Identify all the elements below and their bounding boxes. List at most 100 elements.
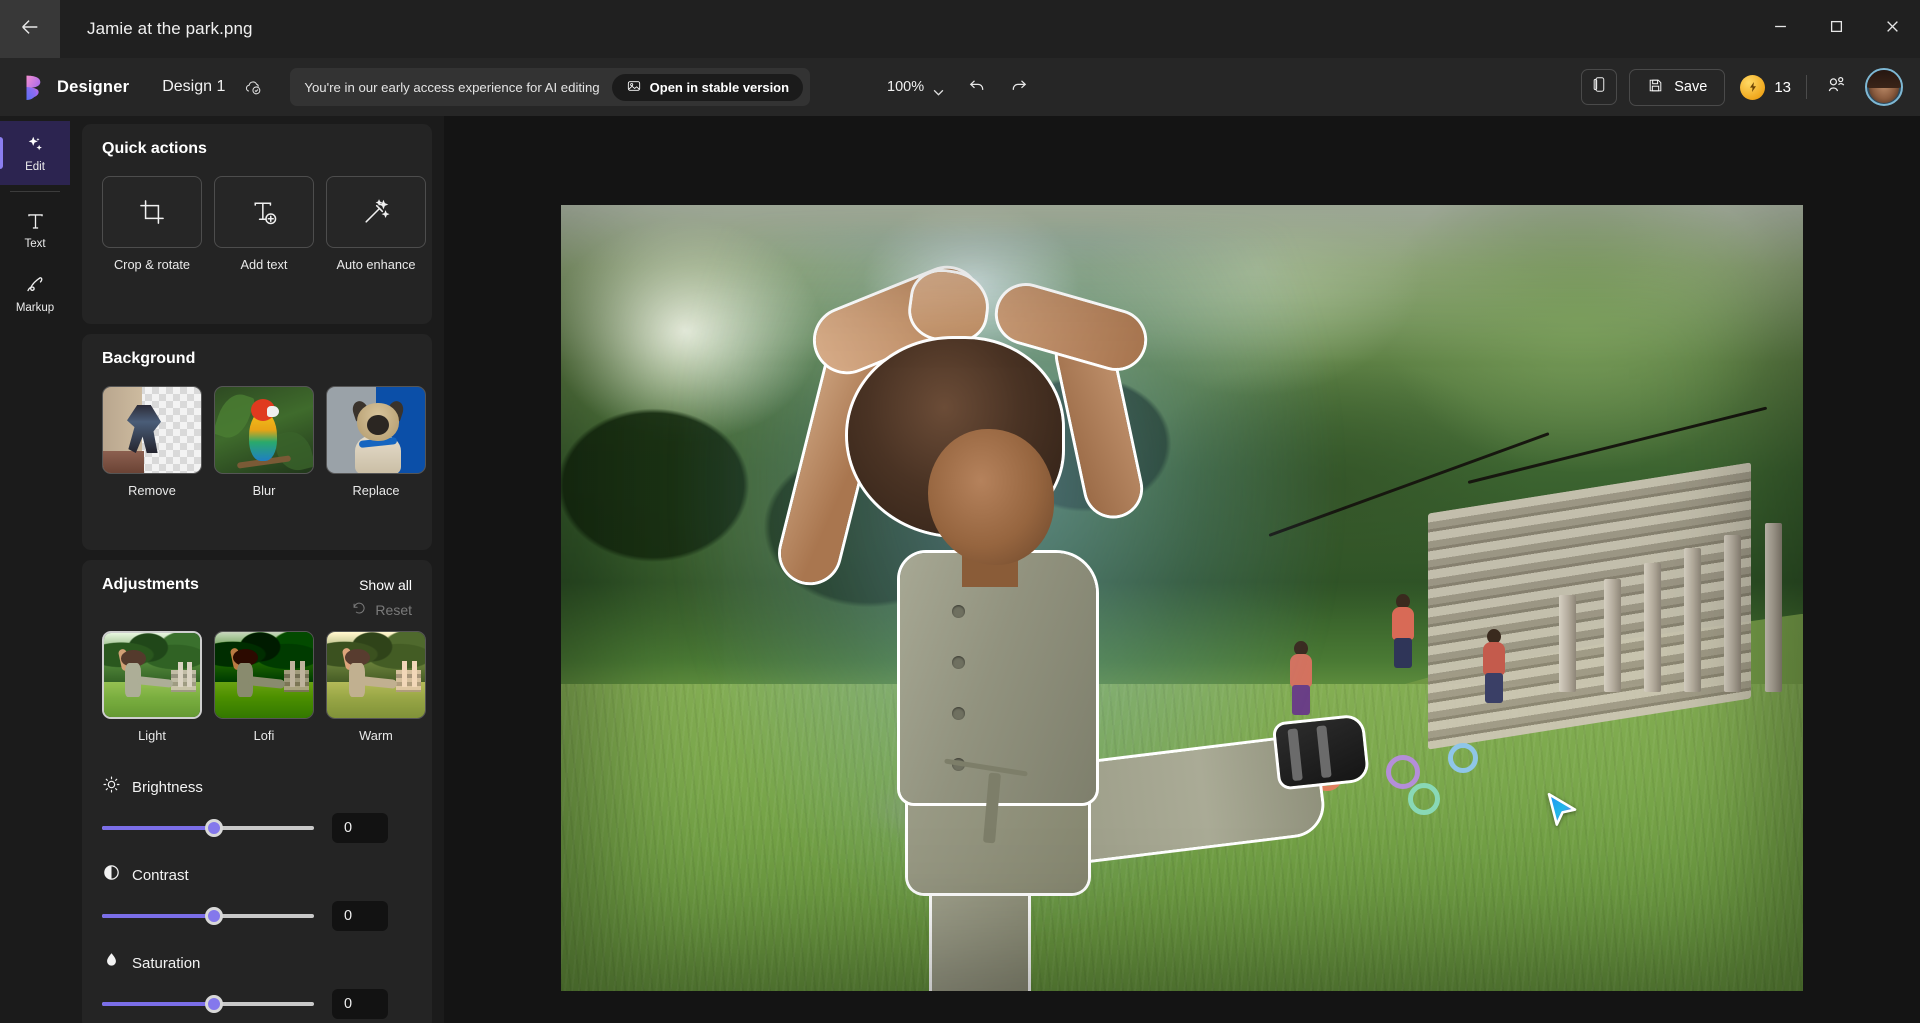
back-arrow-icon [19,16,41,43]
maximize-button[interactable] [1808,0,1864,58]
mobile-preview-button[interactable] [1581,69,1617,105]
undo-icon [967,75,987,100]
redo-button[interactable] [1001,69,1037,105]
filter-lofi-button[interactable]: Lofi [214,631,314,743]
quick-actions-tiles: Crop & rotate Add text [82,158,432,282]
credits-badge[interactable]: 13 [1737,75,1794,100]
filter-label: Warm [359,728,393,743]
filter-lofi-preview [214,631,314,719]
quick-actions-header: Quick actions [82,124,432,158]
blur-preview-image [214,386,314,474]
preview-scene [104,633,200,717]
sparkles-icon [25,134,46,156]
mobile-device-icon [1591,76,1608,98]
sidebar-item-text[interactable]: Text [0,198,70,262]
add-text-button[interactable]: Add text [214,176,314,272]
sidebar-item-label: Text [24,238,45,250]
quick-action-label: Add text [241,257,288,272]
save-button[interactable]: Save [1629,69,1725,106]
preview-scene [327,632,425,718]
adjustments-card: Adjustments Show all Reset [82,560,432,1023]
filter-light-button[interactable]: Light [102,631,202,743]
brightness-row: 0 [102,813,412,843]
saturation-slider-block: Saturation 0 [82,951,432,1019]
user-avatar[interactable] [1865,68,1903,106]
slider-fill [102,914,214,918]
background-option-label: Remove [128,483,176,498]
brand-group: Designer Design 1 [20,74,262,100]
back-button[interactable] [0,0,60,58]
crop-icon [102,176,202,248]
close-icon [1886,20,1899,38]
preview-ground [103,451,144,473]
lightning-coin-icon [1740,75,1765,100]
preview-scene [215,632,313,718]
preview-leaf [273,427,314,474]
document-title: Jamie at the park.png [87,19,253,39]
magic-wand-icon [326,176,426,248]
avatar-hair [1865,68,1903,88]
slider-fill [102,1002,214,1006]
adjustments-header: Adjustments Show all [82,560,432,594]
contrast-value-input[interactable]: 0 [332,901,388,931]
remove-preview-image [102,386,202,474]
window-controls [1752,0,1920,58]
open-in-stable-version-label: Open in stable version [650,80,789,95]
slider-fill [102,826,214,830]
zoom-level-dropdown[interactable]: 100% [878,73,953,101]
design-name[interactable]: Design 1 [162,78,225,96]
slider-thumb[interactable] [205,819,223,837]
mouse-cursor [1545,791,1579,829]
brightness-slider[interactable] [102,818,314,838]
brightness-slider-block: Brightness 0 [82,775,432,843]
preview-dog-face [367,415,389,435]
background-blur-button[interactable]: Blur [214,386,314,498]
show-all-adjustments-link[interactable]: Show all [359,577,412,593]
droplet-icon [102,951,121,975]
background-replace-button[interactable]: Replace [326,386,426,498]
photo-vignette [561,205,1803,991]
brightness-value-input[interactable]: 0 [332,813,388,843]
close-button[interactable] [1864,0,1920,58]
saturation-slider[interactable] [102,994,314,1014]
background-options: Remove Blur [82,368,432,510]
reset-adjustments-button[interactable]: Reset [351,600,412,619]
floppy-save-icon [1647,77,1664,98]
image-icon [626,78,642,97]
canvas-image[interactable] [561,205,1803,991]
preview-parrot-beak [267,406,279,417]
zoom-level-value: 100% [887,79,924,95]
filter-label: Light [138,728,166,743]
share-people-icon [1826,74,1847,100]
undo-button[interactable] [959,69,995,105]
auto-enhance-button[interactable]: Auto enhance [326,176,426,272]
contrast-slider[interactable] [102,906,314,926]
credits-value: 13 [1774,79,1791,96]
undo-reset-icon [351,600,367,619]
sidebar-item-markup[interactable]: Markup [0,262,70,326]
saturation-label: Saturation [132,955,200,972]
filter-light-preview [102,631,202,719]
saturation-value-input[interactable]: 0 [332,989,388,1019]
background-option-label: Replace [353,483,400,498]
sidebar-item-edit[interactable]: Edit [0,121,70,185]
slider-thumb[interactable] [205,907,223,925]
share-button[interactable] [1819,70,1853,104]
quick-action-label: Crop & rotate [114,257,190,272]
contrast-icon [102,863,121,887]
chevron-down-icon [933,84,944,91]
filter-warm-button[interactable]: Warm [326,631,426,743]
crop-and-rotate-button[interactable]: Crop & rotate [102,176,202,272]
minimize-button[interactable] [1752,0,1808,58]
filter-label: Lofi [254,728,275,743]
canvas-area[interactable] [444,116,1920,1023]
saturation-header: Saturation [102,951,412,975]
slider-thumb[interactable] [205,995,223,1013]
quick-action-label: Auto enhance [337,257,416,272]
rail-divider [10,191,60,192]
background-remove-button[interactable]: Remove [102,386,202,498]
redo-icon [1009,75,1029,100]
designer-logo-icon [20,74,46,100]
open-in-stable-version-button[interactable]: Open in stable version [612,74,803,101]
sidebar-item-label: Markup [16,302,54,314]
